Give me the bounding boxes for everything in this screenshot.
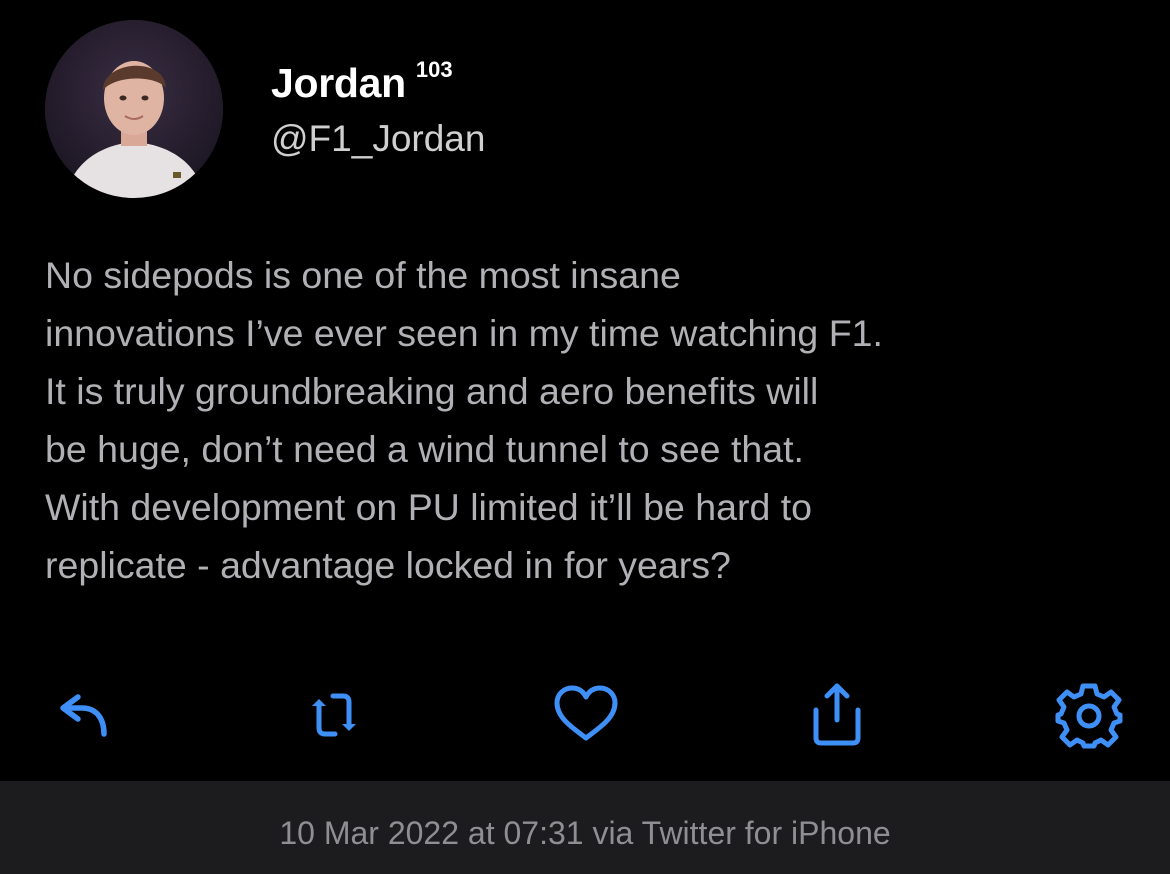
settings-button[interactable] <box>1054 680 1124 750</box>
tweet-metadata-footer: 10 Mar 2022 at 07:31 via Twitter for iPh… <box>0 781 1170 874</box>
tweet-text: No sidepods is one of the most insane in… <box>45 246 1145 594</box>
tweet-line: It is truly groundbreaking and aero bene… <box>45 370 819 412</box>
avatar-photo <box>45 20 223 198</box>
share-button[interactable] <box>802 680 872 750</box>
share-icon <box>813 683 861 746</box>
tweet-line: No sidepods is one of the most insane <box>45 254 681 296</box>
display-name[interactable]: Jordan <box>271 60 406 106</box>
tweet-line: be huge, don’t need a wind tunnel to see… <box>45 428 804 470</box>
reply-button[interactable] <box>46 680 116 750</box>
user-handle[interactable]: @F1_Jordan <box>271 118 485 160</box>
timestamp-source: 10 Mar 2022 at 07:31 via Twitter for iPh… <box>279 815 891 851</box>
gear-icon <box>1055 683 1123 749</box>
like-button[interactable] <box>551 680 621 750</box>
tweet-line: innovations I’ve ever seen in my time wa… <box>45 312 883 354</box>
reply-icon <box>60 694 107 737</box>
retweet-button[interactable] <box>299 680 369 750</box>
tweet-line: With development on PU limited it’ll be … <box>45 486 813 528</box>
tweet-action-bar <box>0 670 1170 760</box>
profile-avatar[interactable] <box>45 20 223 198</box>
heart-icon <box>554 685 618 741</box>
follower-count: 103 <box>415 57 453 82</box>
name-row: Jordan 103 <box>271 57 453 112</box>
retweet-icon <box>312 693 356 737</box>
tweet-line: replicate - advantage locked in for year… <box>45 544 731 586</box>
